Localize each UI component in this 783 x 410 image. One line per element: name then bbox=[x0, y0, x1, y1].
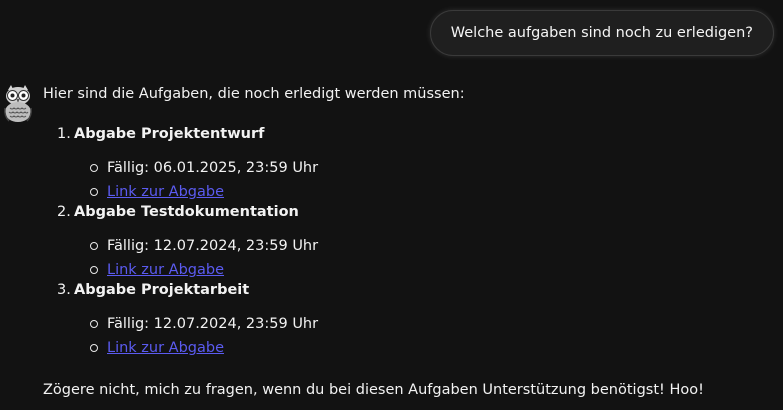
task-title: Abgabe Projektentwurf bbox=[74, 126, 265, 142]
task-list: 1. Abgabe Projektentwurf Fällig: 06.01.2… bbox=[43, 124, 773, 362]
submission-link[interactable]: Link zur Abgabe bbox=[107, 184, 224, 200]
bot-message: Hier sind die Aufgaben, die noch erledig… bbox=[43, 84, 773, 400]
bullet-icon bbox=[90, 242, 98, 250]
task-due-text: Fällig: 06.01.2025, 23:59 Uhr bbox=[107, 160, 319, 176]
task-title-row: 3. Abgabe Projektarbeit bbox=[43, 280, 773, 300]
task-title-row: 2. Abgabe Testdokumentation bbox=[43, 202, 773, 222]
owl-avatar-icon bbox=[2, 84, 34, 124]
task-link-item: Link zur Abgabe bbox=[43, 338, 773, 362]
submission-link[interactable]: Link zur Abgabe bbox=[107, 340, 224, 356]
user-message-bubble: Welche aufgaben sind noch zu erledigen? bbox=[429, 10, 774, 56]
user-message-text: Welche aufgaben sind noch zu erledigen? bbox=[450, 25, 753, 41]
task-due-text: Fällig: 12.07.2024, 23:59 Uhr bbox=[107, 316, 319, 332]
task-details: Fällig: 06.01.2025, 23:59 Uhr Link zur A… bbox=[43, 158, 773, 206]
task-item: 3. Abgabe Projektarbeit Fällig: 12.07.20… bbox=[43, 280, 773, 362]
task-due-item: Fällig: 12.07.2024, 23:59 Uhr bbox=[43, 236, 773, 260]
bullet-icon bbox=[90, 164, 98, 172]
task-number: 1. bbox=[57, 126, 71, 142]
owl-avatar-svg bbox=[4, 85, 32, 122]
task-item: 1. Abgabe Projektentwurf Fällig: 06.01.2… bbox=[43, 124, 773, 206]
submission-link[interactable]: Link zur Abgabe bbox=[107, 262, 224, 278]
task-title: Abgabe Testdokumentation bbox=[74, 204, 299, 220]
task-number: 3. bbox=[57, 282, 71, 298]
task-due-text: Fällig: 12.07.2024, 23:59 Uhr bbox=[107, 238, 319, 254]
bullet-icon bbox=[90, 266, 98, 274]
chat-container: Welche aufgaben sind noch zu erledigen? bbox=[0, 0, 783, 410]
bullet-icon bbox=[90, 344, 98, 352]
task-item: 2. Abgabe Testdokumentation Fällig: 12.0… bbox=[43, 202, 773, 284]
task-number: 2. bbox=[57, 204, 71, 220]
task-details: Fällig: 12.07.2024, 23:59 Uhr Link zur A… bbox=[43, 236, 773, 284]
task-details: Fällig: 12.07.2024, 23:59 Uhr Link zur A… bbox=[43, 314, 773, 362]
task-title: Abgabe Projektarbeit bbox=[74, 282, 250, 298]
task-due-item: Fällig: 12.07.2024, 23:59 Uhr bbox=[43, 314, 773, 338]
bullet-icon bbox=[90, 188, 98, 196]
bot-outro-text: Zögere nicht, mich zu fragen, wenn du be… bbox=[43, 382, 704, 398]
bot-intro-text: Hier sind die Aufgaben, die noch erledig… bbox=[43, 86, 465, 102]
bullet-icon bbox=[90, 320, 98, 328]
task-due-item: Fällig: 06.01.2025, 23:59 Uhr bbox=[43, 158, 773, 182]
task-title-row: 1. Abgabe Projektentwurf bbox=[43, 124, 773, 144]
